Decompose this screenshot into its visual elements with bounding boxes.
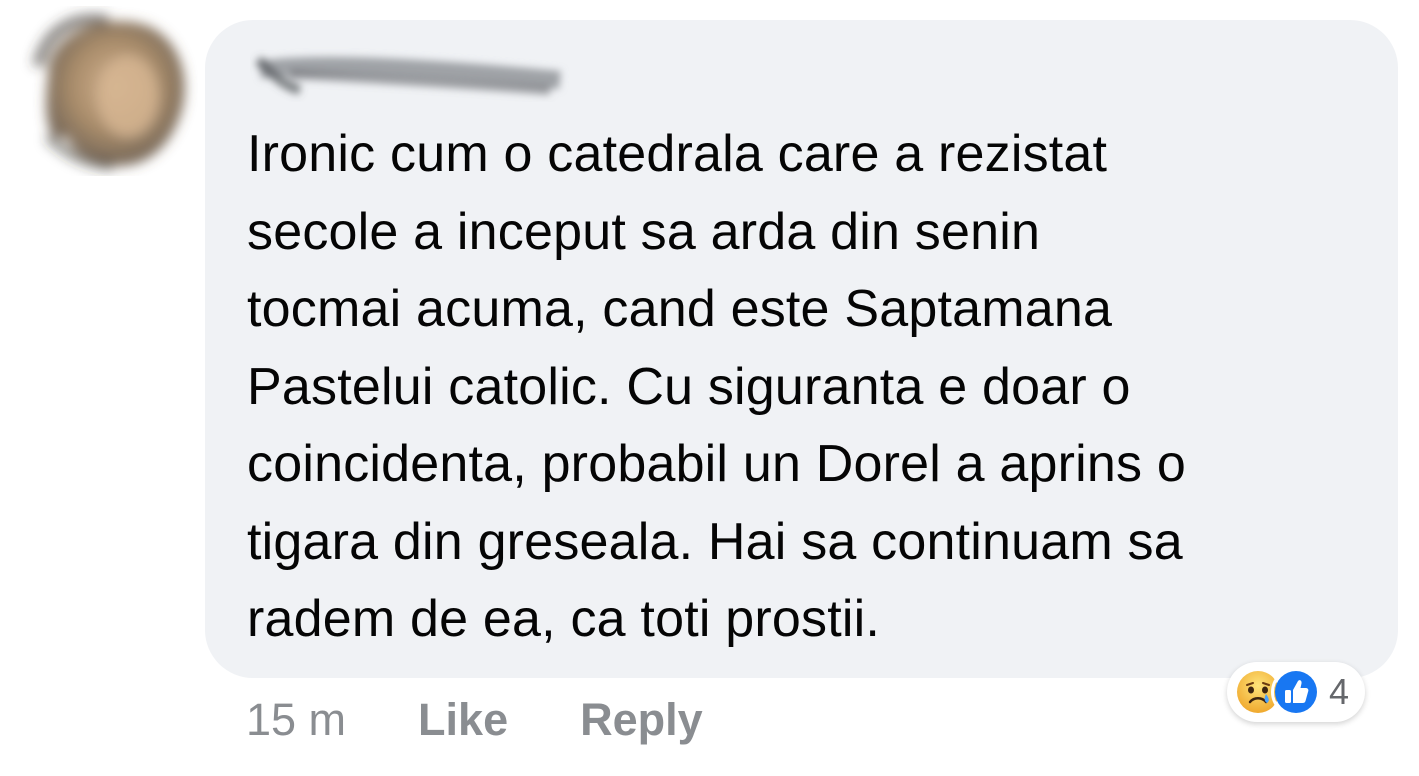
comment-line: secole a inceput sa arda din senin bbox=[247, 202, 1041, 261]
comment-line: Pastelui catolic. Cu siguranta e doar o bbox=[247, 357, 1131, 416]
comment-line: radem de ea, ca toti prostii. bbox=[247, 590, 880, 648]
reactions-summary[interactable]: 4 bbox=[1227, 662, 1366, 722]
redacted-name-smudge bbox=[254, 56, 561, 95]
avatar[interactable] bbox=[18, 6, 198, 176]
reaction-count: 4 bbox=[1329, 671, 1350, 712]
comment-line: Ironic cum o catedrala care a rezistat bbox=[247, 125, 1108, 183]
comment-line: tocmai acuma, cand este Saptamana bbox=[247, 280, 1113, 338]
comment-line: coincidenta, probabil un Dorel a aprins … bbox=[247, 435, 1186, 493]
like-reaction-icon bbox=[1271, 667, 1321, 717]
reply-button[interactable]: Reply bbox=[580, 694, 703, 746]
blurred-avatar-image bbox=[32, 13, 185, 171]
comment-text: Ironic cum o catedrala care a rezistat s… bbox=[247, 116, 1367, 659]
comment-actions: 15 m Like Reply bbox=[246, 690, 775, 750]
comment-container: Ironic cum o catedrala care a rezistat s… bbox=[0, 0, 1419, 776]
comment-bubble: Ironic cum o catedrala care a rezistat s… bbox=[205, 20, 1398, 678]
like-button[interactable]: Like bbox=[418, 694, 508, 746]
comment-line: tigara din greseala. Hai sa continuam sa bbox=[247, 512, 1183, 571]
timestamp[interactable]: 15 m bbox=[246, 694, 346, 746]
author-name-redacted[interactable] bbox=[250, 40, 570, 102]
